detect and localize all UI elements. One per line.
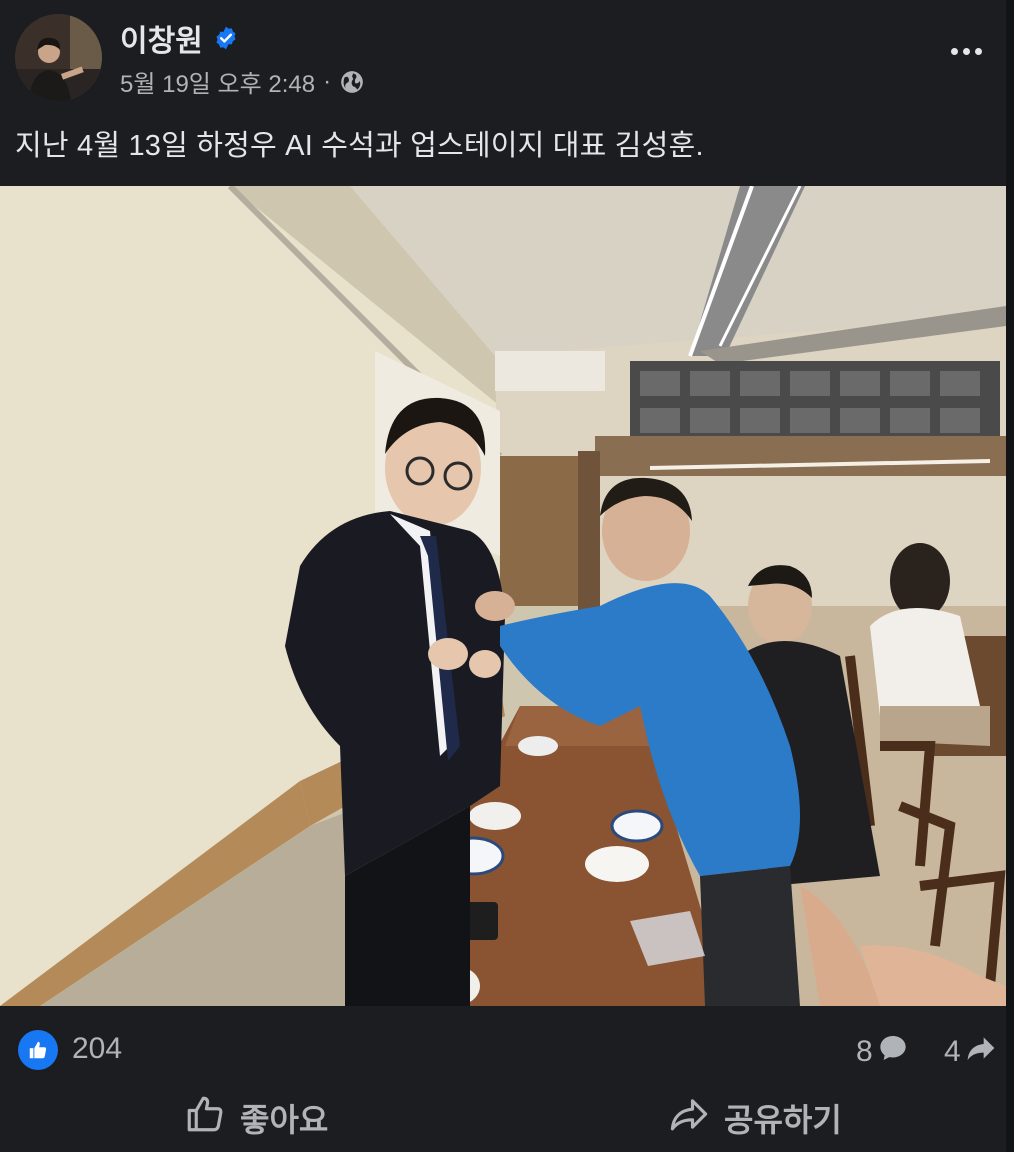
globe-icon[interactable] <box>339 69 365 95</box>
post-caption: 지난 4월 13일 하정우 AI 수석과 업스테이지 대표 김성훈. <box>15 130 704 162</box>
like-count[interactable]: 204 <box>72 1032 122 1066</box>
verified-badge-icon <box>213 25 239 51</box>
author-name-row: 이창원 <box>120 16 239 60</box>
share-button-label: 공유하기 <box>724 1102 842 1138</box>
comment-bubble-icon <box>877 1032 909 1072</box>
share-count-button[interactable]: 4 <box>944 1032 997 1072</box>
share-count: 4 <box>944 1035 961 1068</box>
author-name[interactable]: 이창원 <box>120 16 203 60</box>
reaction-stats: 204 8 4 <box>0 1006 1006 1090</box>
scrollbar[interactable] <box>1006 0 1014 1152</box>
like-button[interactable]: 좋아요 <box>184 1096 328 1140</box>
share-outline-icon <box>668 1093 710 1143</box>
post-header: 이창원 5월 19일 오후 2:48 · 지난 4월 13일 하정우 AI 수석… <box>0 0 1006 186</box>
post-meta: 5월 19일 오후 2:48 · <box>120 64 365 99</box>
share-button[interactable]: 공유하기 <box>668 1096 842 1140</box>
more-options-icon[interactable] <box>946 36 986 66</box>
author-avatar[interactable] <box>15 14 102 101</box>
comment-count-button[interactable]: 8 <box>856 1032 909 1072</box>
comment-count: 8 <box>856 1035 873 1068</box>
post-photo[interactable] <box>0 186 1006 1006</box>
like-button-label: 좋아요 <box>240 1102 329 1138</box>
post-actions: 좋아요 공유하기 <box>0 1090 1006 1152</box>
feed-post: 이창원 5월 19일 오후 2:48 · 지난 4월 13일 하정우 AI 수석… <box>0 0 1014 1152</box>
post-timestamp[interactable]: 5월 19일 오후 2:48 <box>120 64 315 99</box>
thumbs-up-outline-icon <box>184 1093 226 1143</box>
thumbs-up-icon[interactable] <box>18 1030 58 1070</box>
meta-separator: · <box>323 67 332 95</box>
share-arrow-icon <box>965 1032 997 1072</box>
